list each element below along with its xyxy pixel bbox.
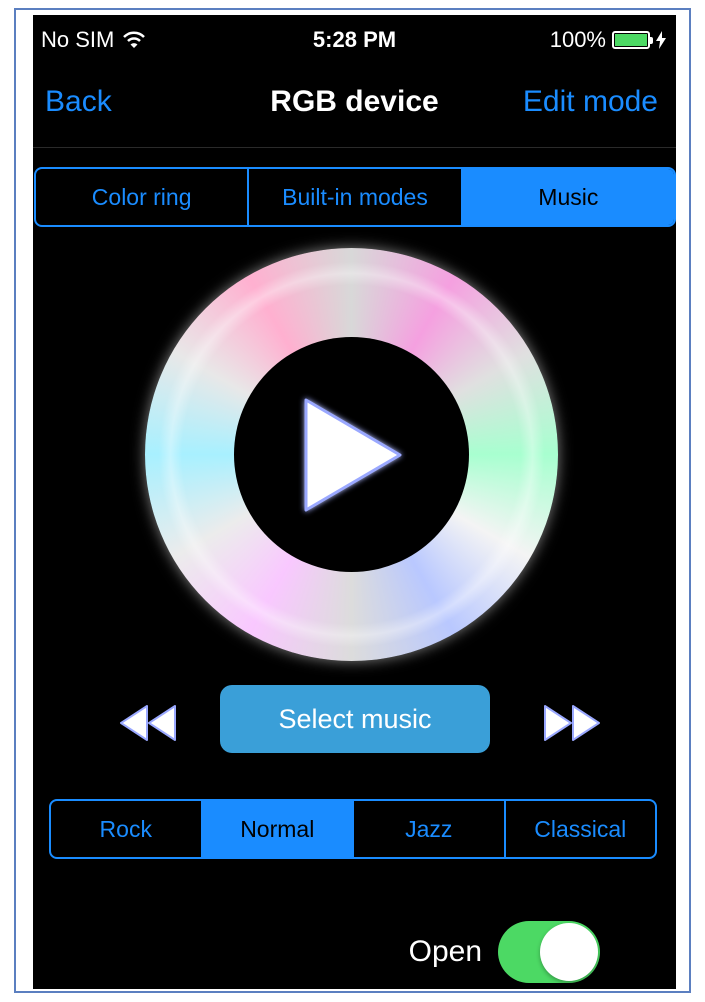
tab-built-in-modes[interactable]: Built-in modes	[249, 169, 463, 225]
select-music-button[interactable]: Select music	[220, 685, 490, 753]
phone-screen: No SIM 5:28 PM 100% Back RGB device Edit…	[33, 15, 676, 989]
tab-classical[interactable]: Classical	[506, 801, 656, 857]
edit-mode-button[interactable]: Edit mode	[523, 85, 658, 119]
battery-percent: 100%	[549, 27, 606, 52]
play-icon[interactable]	[292, 390, 412, 520]
tab-color-ring[interactable]: Color ring	[36, 169, 250, 225]
rewind-icon[interactable]	[117, 703, 179, 743]
open-toggle[interactable]	[498, 921, 600, 983]
playback-controls: Select music	[33, 685, 676, 765]
navigation-bar: Back RGB device Edit mode	[33, 75, 676, 148]
disc-center	[234, 337, 469, 572]
genre-tabs: Rock Normal Jazz Classical	[49, 799, 657, 859]
toggle-knob	[540, 923, 598, 981]
tab-rock[interactable]: Rock	[51, 801, 203, 857]
mode-tabs: Color ring Built-in modes Music	[34, 167, 676, 227]
fast-forward-icon[interactable]	[541, 703, 603, 743]
status-bar: No SIM 5:28 PM 100%	[33, 15, 676, 71]
open-toggle-row: Open	[409, 921, 600, 983]
back-button[interactable]: Back	[45, 85, 112, 119]
tab-normal[interactable]: Normal	[202, 801, 354, 857]
music-disc	[145, 248, 558, 661]
open-label: Open	[408, 935, 482, 968]
tab-jazz[interactable]: Jazz	[354, 801, 506, 857]
tab-music[interactable]: Music	[462, 169, 674, 225]
battery-icon	[612, 31, 653, 49]
battery-group: 100%	[550, 27, 666, 53]
bolt-icon	[656, 31, 666, 49]
